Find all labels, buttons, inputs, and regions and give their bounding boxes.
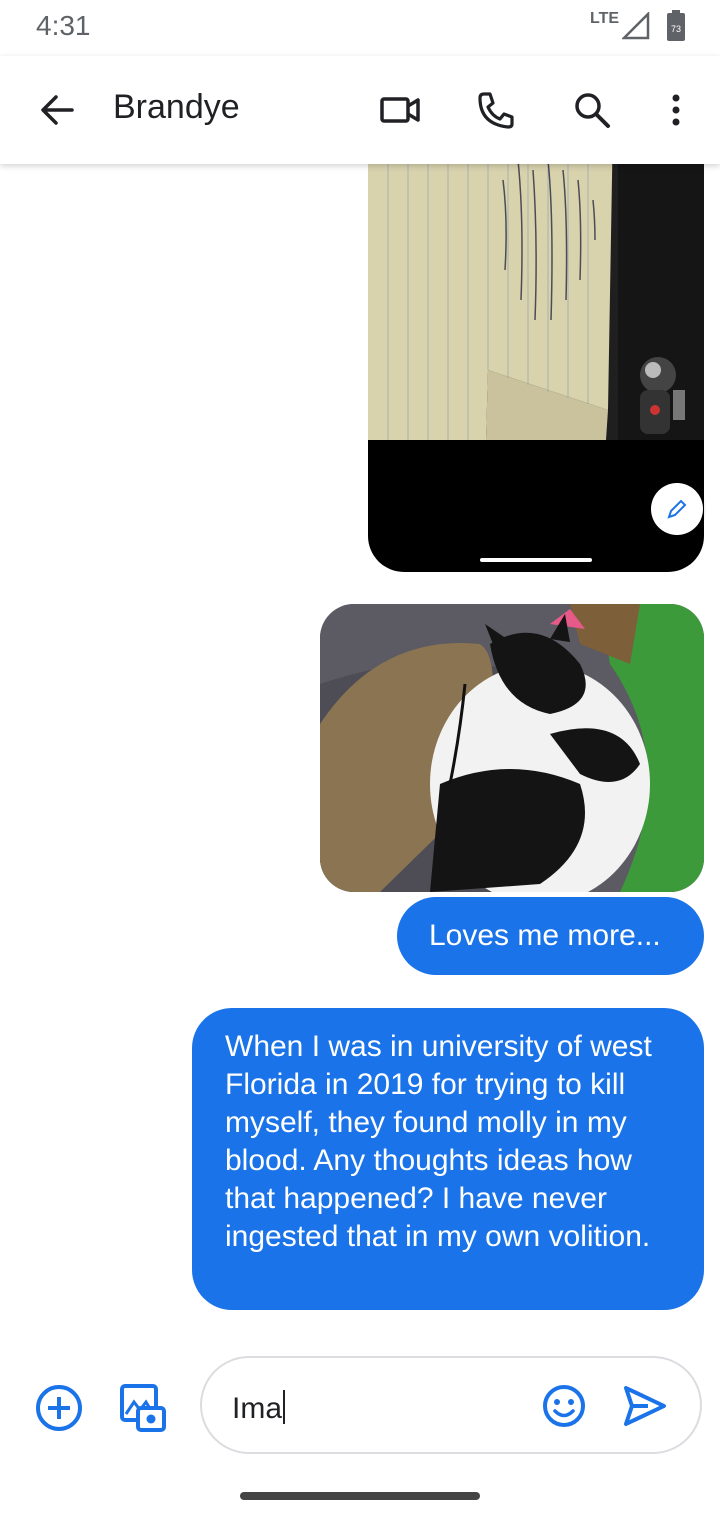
search-icon[interactable] xyxy=(568,86,616,134)
network-type: LTE xyxy=(590,10,620,27)
more-vert-icon[interactable] xyxy=(652,86,700,134)
cat-photo xyxy=(320,604,704,892)
app-bar: Brandye xyxy=(0,56,720,164)
letter-photo xyxy=(368,120,704,440)
status-bar: 4:31 LTE 73 xyxy=(0,0,720,56)
emoji-icon[interactable] xyxy=(538,1380,590,1432)
back-arrow-icon[interactable] xyxy=(34,86,82,134)
battery-level: 73 xyxy=(671,24,681,34)
signal-icon xyxy=(622,12,650,40)
input-value: Ima xyxy=(232,1392,283,1425)
phone-icon[interactable] xyxy=(472,86,520,134)
message-bubble-outgoing[interactable]: Loves me more... xyxy=(397,897,704,975)
message-text: When I was in university of west Florida… xyxy=(225,1030,652,1253)
conversation-thread: Loves me more... When I was in universit… xyxy=(0,0,720,1520)
pencil-icon xyxy=(667,499,687,519)
send-icon[interactable] xyxy=(618,1380,670,1432)
message-input[interactable]: Ima xyxy=(200,1356,702,1454)
message-text: Loves me more... xyxy=(429,919,661,952)
add-circle-icon[interactable] xyxy=(33,1382,85,1434)
contact-name[interactable]: Brandye xyxy=(113,88,240,127)
image-swipe-indicator xyxy=(480,558,592,562)
gallery-camera-icon[interactable] xyxy=(116,1382,168,1434)
status-time: 4:31 xyxy=(36,10,91,41)
message-input-text[interactable]: Ima xyxy=(232,1390,286,1426)
text-caret xyxy=(283,1390,286,1424)
edit-image-button[interactable] xyxy=(651,483,703,535)
battery-icon: 73 xyxy=(667,10,685,41)
message-bubble-outgoing[interactable]: When I was in university of west Florida… xyxy=(192,1008,704,1310)
video-call-icon[interactable] xyxy=(376,86,424,134)
gesture-nav-bar[interactable] xyxy=(240,1492,480,1500)
message-image-cat[interactable] xyxy=(320,604,704,892)
